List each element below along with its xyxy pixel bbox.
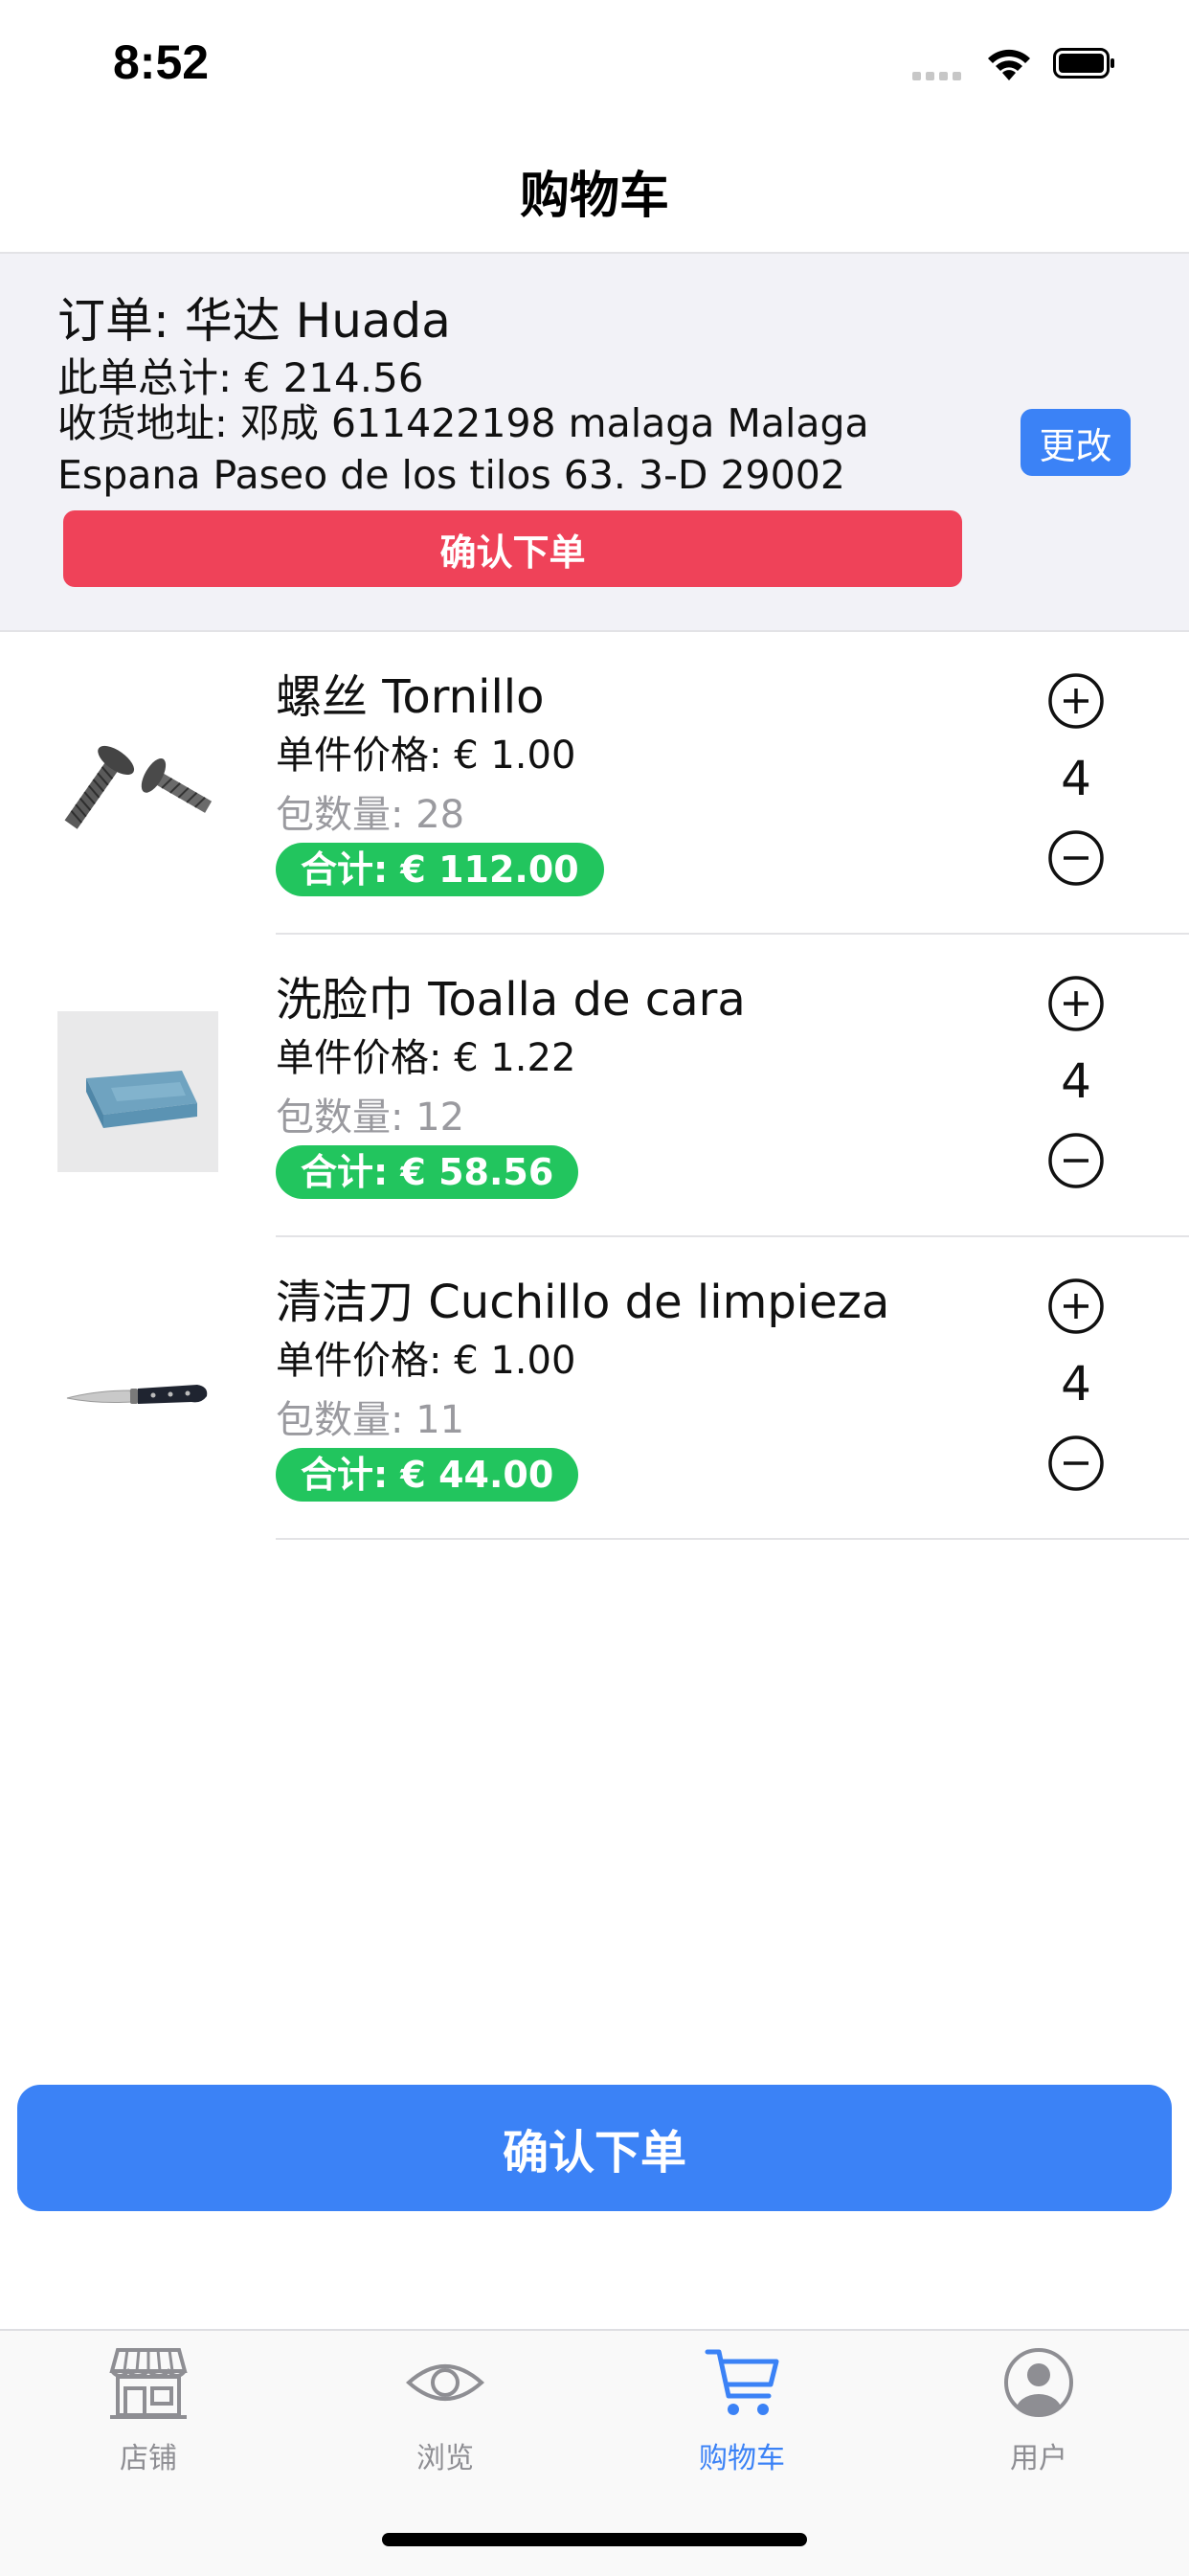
confirm-order-button-top[interactable]: 确认下单: [63, 510, 962, 587]
item-unit-price: 单件价格: € 1.22: [276, 1036, 576, 1080]
towel-image: [57, 1011, 218, 1172]
item-unit-price: 单件价格: € 1.00: [276, 734, 576, 778]
home-indicator: [382, 2533, 807, 2546]
eye-icon: [405, 2364, 485, 2401]
item-unit-price: 单件价格: € 1.00: [276, 1339, 576, 1383]
tab-user[interactable]: 用户: [890, 2331, 1187, 2484]
tab-label: 浏览: [416, 2442, 474, 2475]
tab-store[interactable]: 店铺: [0, 2331, 297, 2484]
item-name: 清洁刀 Cuchillo de limpieza: [276, 1276, 890, 1329]
knife-image: [66, 1385, 208, 1404]
item-subtotal-badge: 合计: € 58.56: [276, 1145, 579, 1199]
tab-browse[interactable]: 浏览: [297, 2331, 594, 2484]
minus-circle-icon[interactable]: [1047, 1435, 1105, 1492]
user-icon: [1004, 2348, 1073, 2417]
order-total: 此单总计: € 214.56: [57, 354, 424, 401]
divider: [276, 1538, 1189, 1540]
item-pack-quantity: 包数量: 11: [276, 1398, 465, 1442]
plus-circle-icon[interactable]: [1047, 1277, 1105, 1335]
tab-label: 购物车: [699, 2442, 785, 2475]
tab-cart[interactable]: 购物车: [594, 2331, 890, 2484]
order-store-title: 订单: 华达 Huada: [57, 293, 451, 349]
item-subtotal-badge: 合计: € 44.00: [276, 1448, 579, 1502]
change-address-button[interactable]: 更改: [1021, 409, 1131, 476]
tab-label: 用户: [1010, 2442, 1067, 2475]
wifi-icon: [988, 49, 1030, 80]
item-quantity: 4: [1061, 1053, 1091, 1109]
item-quantity: 4: [1061, 1356, 1091, 1412]
shipping-address: 收货地址: 邓成 611422198 malaga Malaga Espana …: [57, 400, 869, 498]
page-title: 购物车: [519, 168, 669, 225]
screw-image: [64, 745, 213, 829]
navigation-bar: 购物车: [0, 126, 1189, 254]
minus-circle-icon[interactable]: [1047, 829, 1105, 887]
cellular-signal-icon: [912, 72, 961, 80]
plus-circle-icon[interactable]: [1047, 672, 1105, 730]
order-summary: 订单: 华达 Huada 此单总计: € 214.56 收货地址: 邓成 611…: [0, 254, 1189, 632]
battery-icon: [1053, 48, 1114, 79]
cart-item: 螺丝 Tornillo 单件价格: € 1.00 包数量: 28 合计: € 1…: [0, 632, 1189, 935]
item-quantity: 4: [1061, 751, 1091, 806]
plus-circle-icon[interactable]: [1047, 975, 1105, 1032]
status-bar: 8:52: [0, 0, 1189, 126]
confirm-order-button[interactable]: 确认下单: [17, 2085, 1172, 2211]
item-pack-quantity: 包数量: 28: [276, 793, 465, 837]
status-time: 8:52: [113, 35, 210, 89]
item-subtotal-badge: 合计: € 112.00: [276, 843, 604, 896]
cart-item: 洗脸巾 Toalla de cara 单件价格: € 1.22 包数量: 12 …: [0, 935, 1189, 1237]
cart-icon: [705, 2349, 779, 2415]
minus-circle-icon[interactable]: [1047, 1132, 1105, 1189]
store-icon: [109, 2348, 188, 2419]
tab-label: 店铺: [120, 2442, 177, 2475]
item-name: 螺丝 Tornillo: [276, 670, 545, 724]
item-name: 洗脸巾 Toalla de cara: [276, 973, 746, 1027]
cart-item: 清洁刀 Cuchillo de limpieza 单件价格: € 1.00 包数…: [0, 1237, 1189, 1540]
item-pack-quantity: 包数量: 12: [276, 1096, 465, 1140]
